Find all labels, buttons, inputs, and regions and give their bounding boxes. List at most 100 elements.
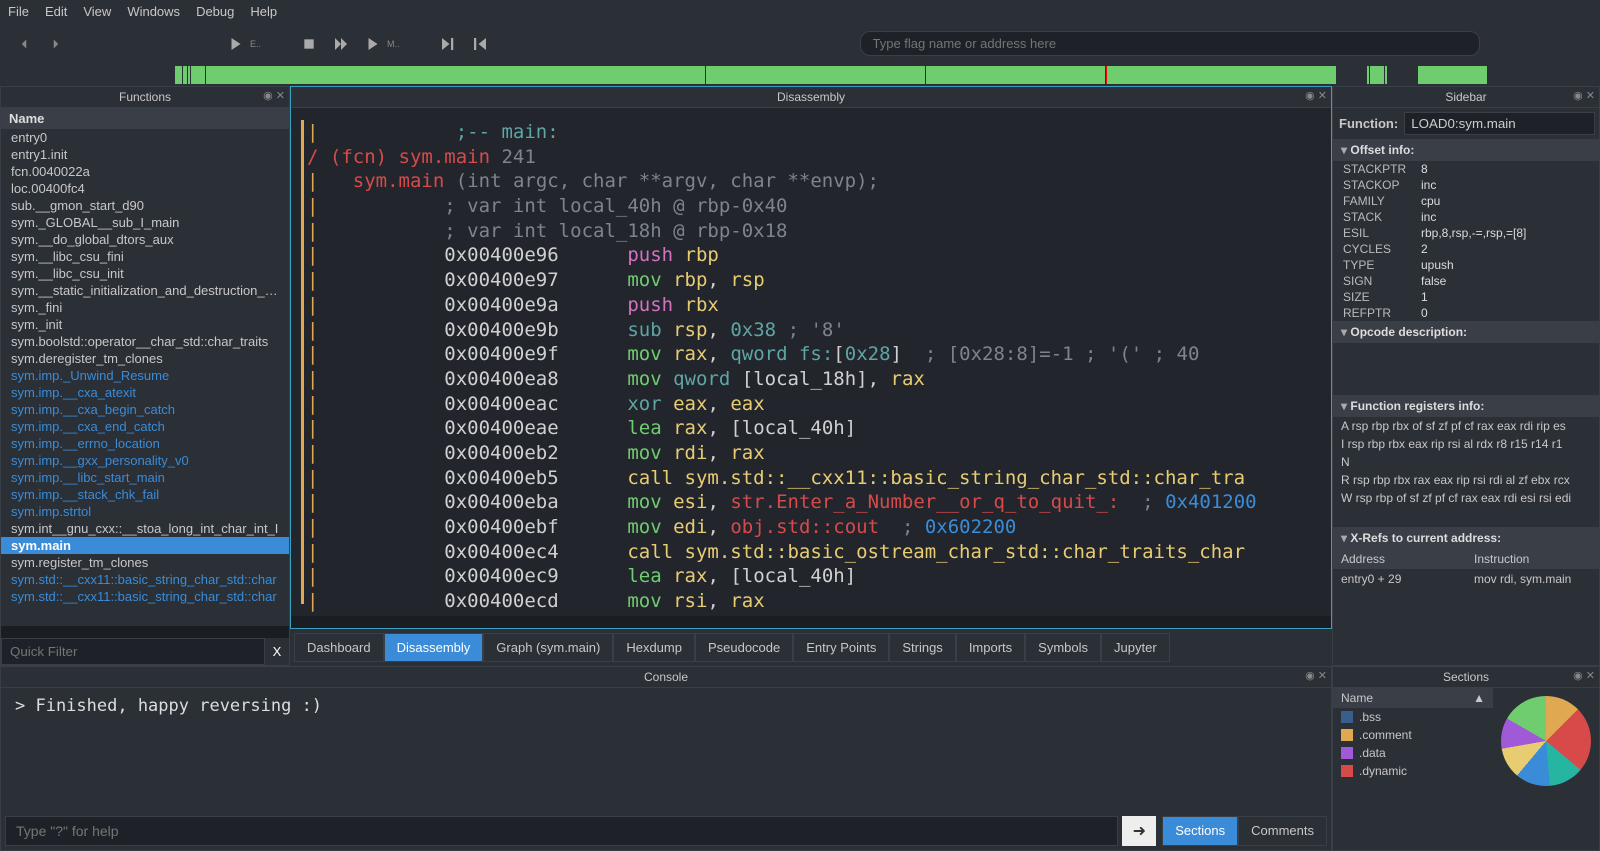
panel-controls-icon[interactable]: ◉ ✕ (263, 89, 285, 102)
functions-panel: Functions ◉ ✕ Name entry0entry1.initfcn.… (0, 86, 290, 666)
function-item[interactable]: sym.std::__cxx11::basic_string_char_std:… (1, 588, 289, 605)
console-panel: Console ◉ ✕ > Finished, happy reversing … (0, 666, 1332, 851)
function-item[interactable]: sym.boolstd::operator__char_std::char_tr… (1, 333, 289, 350)
skip-end-icon[interactable] (436, 32, 460, 56)
panel-title-disassembly: Disassembly ◉ ✕ (291, 87, 1331, 108)
opcode-desc-header[interactable]: Opcode description: (1333, 321, 1599, 343)
menubar: File Edit View Windows Debug Help (0, 0, 1600, 23)
function-item[interactable]: sym.__do_global_dtors_aux (1, 231, 289, 248)
send-icon[interactable]: ➜ (1122, 816, 1156, 846)
function-item[interactable]: sym.__libc_csu_init (1, 265, 289, 282)
sections-list[interactable]: Name▲ .bss.comment.data.dynamic (1333, 688, 1493, 850)
sections-column-header[interactable]: Name▲ (1333, 688, 1493, 708)
menu-help[interactable]: Help (250, 4, 277, 19)
scrollbar-h[interactable] (291, 616, 1331, 628)
tab-disassembly[interactable]: Disassembly (384, 633, 484, 662)
regs-info-header[interactable]: Function registers info: (1333, 395, 1599, 417)
reg-line: W rsp rbp of sf zf pf cf rax eax rdi esi… (1333, 489, 1599, 507)
panel-controls-icon[interactable]: ◉ ✕ (1573, 669, 1595, 682)
scrollbar-h[interactable] (1, 626, 289, 638)
tab-hexdump[interactable]: Hexdump (613, 633, 695, 662)
reg-line: A rsp rbp rbx of sf zf pf cf rax eax rdi… (1333, 417, 1599, 435)
function-item[interactable]: sym.imp.__stack_chk_fail (1, 486, 289, 503)
panel-title-console: Console ◉ ✕ (1, 667, 1331, 688)
tab-dashboard[interactable]: Dashboard (294, 633, 384, 662)
function-item[interactable]: sym.imp.__errno_location (1, 435, 289, 452)
tab-symbols[interactable]: Symbols (1025, 633, 1101, 662)
function-item[interactable]: sym.imp.strtol (1, 503, 289, 520)
tab-jupyter[interactable]: Jupyter (1101, 633, 1170, 662)
function-item[interactable]: sub.__gmon_start_d90 (1, 197, 289, 214)
section-row[interactable]: .data (1333, 744, 1493, 762)
function-item[interactable]: sym.imp.__gxx_personality_v0 (1, 452, 289, 469)
section-row[interactable]: .bss (1333, 708, 1493, 726)
function-item[interactable]: sym.__static_initialization_and_destruct… (1, 282, 289, 299)
binary-map[interactable] (0, 66, 1600, 84)
disassembly-view[interactable]: | ;-- main: / (fcn) sym.main 241 | sym.m… (291, 108, 1331, 616)
section-row[interactable]: .comment (1333, 726, 1493, 744)
function-item[interactable]: sym.deregister_tm_clones (1, 350, 289, 367)
function-item[interactable]: sym._fini (1, 299, 289, 316)
function-item[interactable]: sym.imp.__cxa_end_catch (1, 418, 289, 435)
offset-kv-row: REFPTR0 (1333, 305, 1599, 321)
reg-line: N (1333, 453, 1599, 471)
function-item[interactable]: sym.register_tm_clones (1, 554, 289, 571)
offset-info-header[interactable]: Offset info: (1333, 139, 1599, 161)
menu-debug[interactable]: Debug (196, 4, 234, 19)
function-item[interactable]: sym.int__gnu_cxx::__stoa_long_int_char_i… (1, 520, 289, 537)
disassembly-panel: Disassembly ◉ ✕ | ;-- main: / (fcn) sym.… (290, 86, 1332, 629)
panel-controls-icon[interactable]: ◉ ✕ (1305, 669, 1327, 682)
function-item[interactable]: sym.imp.__cxa_begin_catch (1, 401, 289, 418)
menu-file[interactable]: File (8, 4, 29, 19)
play-icon[interactable] (224, 32, 248, 56)
tab-entry-points[interactable]: Entry Points (793, 633, 889, 662)
tab-strings[interactable]: Strings (889, 633, 955, 662)
function-item[interactable]: sym.imp.__cxa_atexit (1, 384, 289, 401)
menu-windows[interactable]: Windows (127, 4, 180, 19)
main-row: Functions ◉ ✕ Name entry0entry1.initfcn.… (0, 86, 1600, 666)
panel-title-sections: Sections ◉ ✕ (1333, 667, 1599, 688)
function-item[interactable]: entry1.init (1, 146, 289, 163)
tab-imports[interactable]: Imports (956, 633, 1025, 662)
bottom-tab-comments[interactable]: Comments (1238, 816, 1327, 846)
function-item[interactable]: sym._GLOBAL__sub_I_main (1, 214, 289, 231)
function-item[interactable]: sym._init (1, 316, 289, 333)
function-item[interactable]: sym.std::__cxx11::basic_string_char_std:… (1, 571, 289, 588)
tab-pseudocode[interactable]: Pseudocode (695, 633, 793, 662)
section-row[interactable]: .dynamic (1333, 762, 1493, 780)
console-input[interactable] (5, 816, 1118, 846)
panel-controls-icon[interactable]: ◉ ✕ (1305, 89, 1327, 102)
fast-forward-icon[interactable] (329, 32, 353, 56)
function-item[interactable]: entry0 (1, 129, 289, 146)
function-item[interactable]: sym.imp.__libc_start_main (1, 469, 289, 486)
function-item[interactable]: sym.imp._Unwind_Resume (1, 367, 289, 384)
back-icon[interactable] (12, 32, 36, 56)
xrefs-table-header: Address Instruction (1333, 549, 1599, 569)
skip-start-icon[interactable] (468, 32, 492, 56)
function-item[interactable]: loc.00400fc4 (1, 180, 289, 197)
address-input[interactable] (860, 31, 1480, 56)
function-item[interactable]: sym.__libc_csu_fini (1, 248, 289, 265)
xrefs-header[interactable]: X-Refs to current address: (1333, 527, 1599, 549)
panel-controls-icon[interactable]: ◉ ✕ (1573, 89, 1595, 102)
clear-filter-button[interactable]: X (265, 638, 289, 665)
sidebar-function-input[interactable] (1404, 112, 1595, 135)
xref-row[interactable]: entry0 + 29 mov rdi, sym.main (1333, 569, 1599, 589)
stop-icon[interactable] (297, 32, 321, 56)
functions-column-header[interactable]: Name (1, 108, 289, 129)
forward-icon[interactable] (44, 32, 68, 56)
function-item[interactable]: sym.main (1, 537, 289, 554)
toolbar: E.. M.. (0, 23, 1600, 64)
menu-view[interactable]: View (83, 4, 111, 19)
bottom-tab-sections[interactable]: Sections (1162, 816, 1238, 846)
regs-info-body: A rsp rbp rbx of sf zf pf cf rax eax rdi… (1333, 417, 1599, 507)
sidebar-function-label: Function: (1339, 116, 1398, 131)
functions-list[interactable]: entry0entry1.initfcn.0040022aloc.00400fc… (1, 129, 289, 626)
function-item[interactable]: fcn.0040022a (1, 163, 289, 180)
tab-graph-sym-main-[interactable]: Graph (sym.main) (483, 633, 613, 662)
play-m-icon[interactable] (361, 32, 385, 56)
menu-edit[interactable]: Edit (45, 4, 67, 19)
offset-kv-row: STACKinc (1333, 209, 1599, 225)
quick-filter-input[interactable] (1, 638, 265, 665)
offset-kv-row: ESILrbp,8,rsp,-=,rsp,=[8] (1333, 225, 1599, 241)
